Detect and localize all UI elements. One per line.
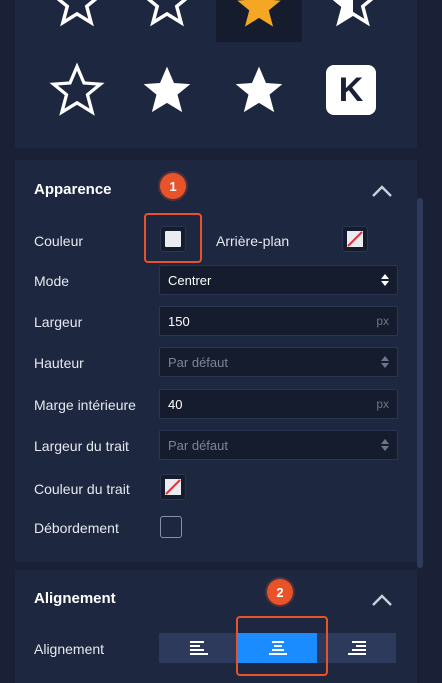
padding-value: 40 [168,396,183,412]
stroke-color-swatch[interactable] [160,474,186,500]
overflow-label: Débordement [34,520,119,536]
chevron-up-icon[interactable] [371,184,393,198]
width-input[interactable]: 150 px [159,306,398,336]
callout-badge-1: 1 [160,173,186,199]
width-label: Largeur [34,314,83,330]
callout-badge-2: 2 [267,579,293,605]
padding-unit: px [376,397,389,411]
select-arrows-icon [381,274,389,286]
select-arrows-icon [381,439,389,451]
stroke-color-label: Couleur du trait [34,481,130,497]
align-right-icon [347,641,366,655]
appearance-section: Apparence Couleur 1 Arrière-plan Mode Ce… [15,160,417,562]
padding-input[interactable]: 40 px [159,389,398,419]
width-value: 150 [168,313,190,329]
color-label: Couleur [34,233,84,249]
chevron-up-icon[interactable] [371,593,393,607]
star-filled-icon[interactable] [227,62,291,118]
appearance-title: Apparence [34,181,112,198]
height-placeholder: Par défaut [168,354,228,370]
align-left-button[interactable] [159,633,238,663]
alignment-title: Alignement [34,590,116,607]
alignment-section: Alignement Alignement 2 [15,570,417,683]
align-right-button[interactable] [317,633,396,663]
no-color-icon [347,231,363,247]
select-arrows-icon [381,356,389,368]
star-outline-icon[interactable] [321,0,385,27]
width-unit: px [376,314,389,328]
stroke-width-select[interactable]: Par défaut [159,430,398,460]
stroke-width-label: Largeur du trait [34,438,129,454]
star-outline-icon[interactable] [45,62,109,118]
star-outline-icon[interactable] [45,0,109,27]
kickstarter-icon[interactable]: K [319,62,383,118]
background-swatch[interactable] [342,226,368,252]
alignment-label: Alignement [34,641,105,657]
stroke-width-placeholder: Par défaut [168,437,228,453]
panel-scrollbar[interactable] [417,198,423,568]
mode-label: Mode [34,273,70,289]
padding-label: Marge intérieure [34,397,136,413]
kickstarter-letter: K [326,65,376,115]
overflow-checkbox[interactable] [160,516,182,538]
section-gutter [0,148,442,160]
no-color-icon [165,479,181,495]
star-outline-icon[interactable] [135,0,199,27]
star-filled-icon[interactable] [135,62,199,118]
background-label: Arrière-plan [216,233,290,249]
height-label: Hauteur [34,355,84,371]
star-filled-icon-selected[interactable] [216,0,302,42]
mode-value: Centrer [168,272,212,288]
callout-highlight-2 [236,616,328,676]
callout-highlight-1 [144,213,202,263]
icon-picker-panel: K [15,0,417,148]
align-left-icon [189,641,208,655]
mode-select[interactable]: Centrer [159,265,398,295]
height-select[interactable]: Par défaut [159,347,398,377]
